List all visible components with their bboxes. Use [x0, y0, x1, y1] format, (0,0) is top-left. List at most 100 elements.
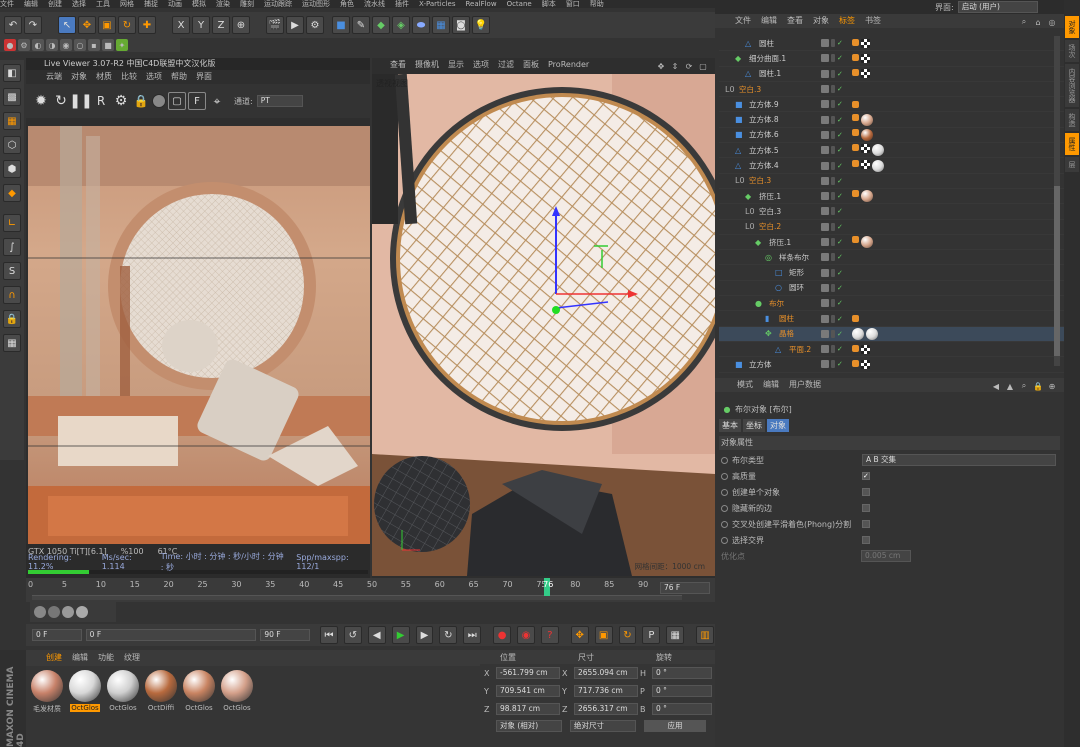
key-param-icon[interactable]: P — [642, 626, 661, 644]
floor-icon[interactable]: ▦ — [432, 16, 450, 34]
menu-item[interactable]: 创建 — [48, 0, 62, 8]
tag-icon[interactable] — [852, 327, 864, 340]
tag-icon[interactable] — [872, 159, 884, 172]
tag-icon[interactable] — [861, 144, 870, 154]
goto-end-icon[interactable]: ⏭ — [463, 626, 482, 644]
enable-check-icon[interactable]: ✓ — [837, 360, 843, 368]
object-row[interactable]: ■ 立方体.8 ✓ — [719, 113, 1064, 128]
object-flags[interactable]: ✓ — [821, 345, 845, 354]
size-field[interactable]: 717.736 cm — [574, 685, 638, 697]
render-flag[interactable] — [831, 192, 835, 201]
key-move-icon[interactable]: ✥ — [570, 626, 589, 644]
visibility-flag[interactable] — [821, 314, 829, 323]
tag-icon[interactable] — [852, 315, 859, 323]
render-flag[interactable] — [831, 146, 835, 155]
enable-check-icon[interactable]: ✓ — [837, 223, 843, 231]
coord-mode-select[interactable]: 对象 (相对) — [496, 720, 562, 732]
tag-icon[interactable] — [861, 113, 873, 126]
material-menu-item[interactable]: 功能 — [98, 650, 114, 666]
prop-checkbox[interactable] — [862, 504, 870, 512]
visibility-flag[interactable] — [821, 161, 829, 170]
object-row[interactable]: ◆ 细分曲面.1 ✓ — [719, 51, 1064, 67]
visibility-flag[interactable] — [821, 360, 829, 369]
material-sphere-icon[interactable] — [152, 94, 166, 108]
maximize-icon[interactable]: ▢ — [697, 60, 709, 72]
octane-obj-icon[interactable]: ■ — [102, 39, 114, 51]
render-flag[interactable] — [831, 39, 835, 48]
y-axis-icon[interactable]: Y — [192, 16, 210, 34]
tag-icon[interactable] — [852, 113, 859, 121]
size-field[interactable]: 2655.094 cm — [574, 667, 638, 679]
focus-icon[interactable]: F — [188, 92, 206, 110]
visibility-flag[interactable] — [821, 238, 829, 247]
pos-field[interactable]: 709.541 cm — [496, 685, 560, 697]
timeline-end-field[interactable]: 76 F — [660, 582, 710, 594]
material-swatch[interactable]: OctGlos — [106, 670, 140, 712]
right-tab[interactable]: 属性 — [1065, 133, 1079, 155]
key-scale-icon[interactable]: ▣ — [594, 626, 613, 644]
enable-check-icon[interactable]: ✓ — [837, 177, 843, 185]
object-flags[interactable]: ✓ — [821, 100, 845, 109]
grid-icon[interactable]: ▦ — [3, 334, 21, 352]
object-row[interactable]: L0 空白.2 ✓ — [719, 220, 1064, 235]
object-flags[interactable]: ✓ — [821, 161, 845, 170]
enable-check-icon[interactable]: ✓ — [837, 299, 843, 307]
lv-menu-item[interactable]: 界面 — [196, 70, 212, 84]
object-flags[interactable]: ✓ — [821, 253, 845, 262]
attribute-tab[interactable]: 基本 — [719, 418, 741, 432]
object-row[interactable]: □ 矩形 ✓ — [719, 266, 1064, 281]
menu-item[interactable]: 帮助 — [590, 0, 604, 8]
select-icon[interactable]: ↖ — [58, 16, 76, 34]
timeline-track[interactable] — [32, 596, 682, 600]
object-row[interactable]: △ 平面.2 ✓ — [719, 342, 1064, 358]
deformer-icon[interactable]: ⬬ — [412, 16, 430, 34]
object-flags[interactable]: ✓ — [821, 283, 845, 292]
record-icon[interactable]: ● — [493, 626, 512, 644]
enable-check-icon[interactable]: ✓ — [837, 269, 843, 277]
object-row[interactable]: ◎ 样条布尔 ✓ — [719, 250, 1064, 266]
preview-sphere-4-icon[interactable] — [76, 606, 88, 618]
render-flag[interactable] — [831, 299, 835, 308]
tag-icon[interactable] — [852, 53, 859, 61]
enable-check-icon[interactable]: ✓ — [837, 330, 843, 338]
keyframe-dot-icon[interactable] — [721, 472, 728, 480]
key-help-icon[interactable]: ? — [540, 626, 559, 644]
enable-check-icon[interactable]: ✓ — [837, 162, 843, 170]
enable-check-icon[interactable]: ✓ — [837, 70, 843, 78]
am-menu-item[interactable]: 编辑 — [763, 378, 779, 392]
tag-icon[interactable] — [852, 100, 859, 108]
array-icon[interactable]: ◈ — [392, 16, 410, 34]
octane-settings-icon[interactable]: ⚙ — [18, 39, 30, 51]
visibility-flag[interactable] — [821, 345, 829, 354]
object-flags[interactable]: ✓ — [821, 176, 845, 185]
frame-icon[interactable]: ▢ — [168, 92, 186, 110]
visibility-flag[interactable] — [821, 130, 829, 139]
object-flags[interactable]: ✓ — [821, 130, 845, 139]
render-flag[interactable] — [831, 253, 835, 262]
tag-icon[interactable] — [861, 359, 870, 369]
model-mode-icon[interactable]: ◧ — [3, 64, 21, 82]
rot-field[interactable]: 0 ° — [652, 685, 712, 697]
menu-item[interactable]: 网格 — [120, 0, 134, 8]
apply-button[interactable]: 应用 — [644, 720, 706, 732]
tag-icon[interactable] — [861, 38, 870, 48]
object-row[interactable]: L0 空白.3 ✓ — [719, 174, 1064, 189]
object-row[interactable]: △ 圆柱 ✓ — [719, 36, 1064, 52]
menu-item[interactable]: 角色 — [340, 0, 354, 8]
menu-item[interactable]: 动画 — [168, 0, 182, 8]
object-flags[interactable]: ✓ — [821, 222, 845, 231]
keyframe-dot-icon[interactable] — [721, 488, 728, 496]
enable-check-icon[interactable]: ✓ — [837, 146, 843, 154]
menu-item[interactable]: 流水线 — [364, 0, 385, 8]
vp-menu-item[interactable]: 摄像机 — [415, 58, 439, 72]
visibility-flag[interactable] — [821, 100, 829, 109]
enable-check-icon[interactable]: ✓ — [837, 131, 843, 139]
orbit-icon[interactable]: ⟳ — [683, 60, 695, 72]
size-field[interactable]: 2656.317 cm — [574, 703, 638, 715]
subdivision-icon[interactable]: ◆ — [372, 16, 390, 34]
render-flag[interactable] — [831, 268, 835, 277]
visibility-flag[interactable] — [821, 268, 829, 277]
right-tab[interactable]: 层 — [1065, 157, 1079, 172]
material-menu-item[interactable]: 纹理 — [124, 650, 140, 666]
viewport-3d[interactable] — [372, 74, 715, 576]
